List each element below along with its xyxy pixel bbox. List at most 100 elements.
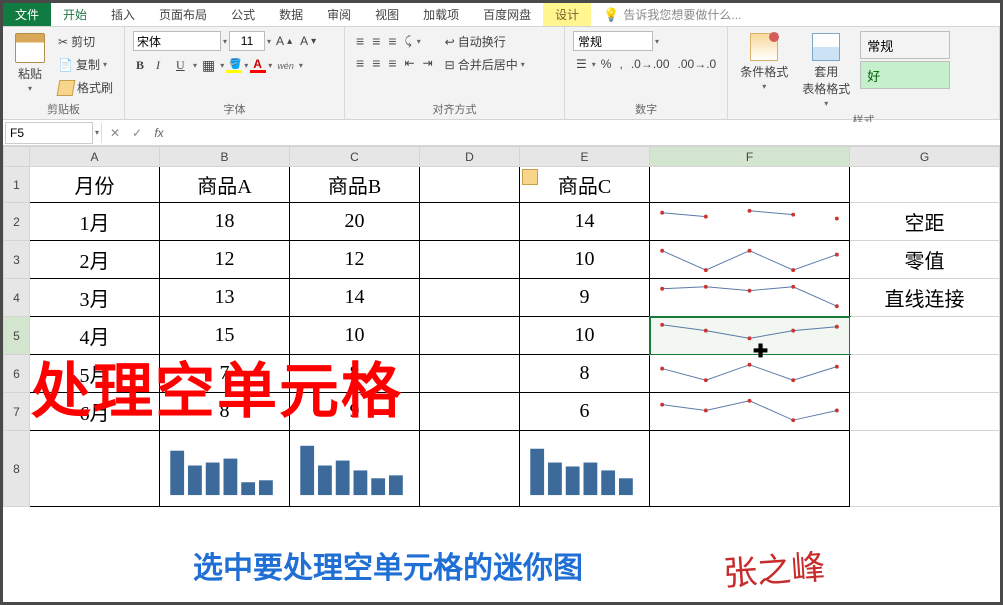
cell-C3[interactable]: 12 (290, 241, 420, 279)
cell-F4[interactable] (650, 279, 850, 317)
underline-button[interactable]: U (173, 56, 191, 75)
format-painter-button[interactable]: 格式刷 (55, 77, 116, 98)
cell-E5[interactable]: 10 (520, 317, 650, 355)
row-header-5[interactable]: 5 (4, 317, 30, 355)
copy-button[interactable]: 复制 (55, 54, 116, 75)
borders-button[interactable] (199, 55, 218, 76)
row-5[interactable]: 5 4月 15 10 10 (4, 317, 1000, 355)
align-bottom-button[interactable]: ≡ (385, 31, 399, 51)
align-center-button[interactable]: ≡ (369, 53, 383, 73)
conditional-format-button[interactable]: 条件格式 (736, 31, 792, 93)
font-name-input[interactable] (133, 31, 221, 51)
cell-B2[interactable]: 18 (160, 203, 290, 241)
cell-F2[interactable] (650, 203, 850, 241)
cell-B1[interactable]: 商品A (160, 167, 290, 203)
cell-A4[interactable]: 3月 (30, 279, 160, 317)
cell-B3[interactable]: 12 (160, 241, 290, 279)
cell-G6[interactable] (850, 355, 1000, 393)
comma-button[interactable]: , (616, 55, 625, 73)
row-2[interactable]: 2 1月 18 20 14 空距 (4, 203, 1000, 241)
cell-D1[interactable] (420, 167, 520, 203)
col-E[interactable]: E (520, 147, 650, 167)
bold-button[interactable]: B (133, 56, 151, 75)
fill-color-button[interactable] (226, 59, 242, 73)
cell-B5[interactable]: 15 (160, 317, 290, 355)
format-as-table-button[interactable]: 套用 表格格式 (798, 31, 854, 110)
row-header-4[interactable]: 4 (4, 279, 30, 317)
cell-E7[interactable]: 6 (520, 393, 650, 431)
phonetic-button[interactable] (274, 59, 297, 73)
cell-B7[interactable]: 8 (160, 393, 290, 431)
tab-layout[interactable]: 页面布局 (147, 3, 219, 26)
align-left-button[interactable]: ≡ (353, 53, 367, 73)
italic-button[interactable]: I (153, 56, 171, 75)
increase-indent-button[interactable]: ⇥ (420, 54, 436, 72)
cell-B8[interactable] (160, 431, 290, 507)
enter-formula-button[interactable]: ✓ (126, 126, 148, 140)
column-headers[interactable]: A B C D E F G (4, 147, 1000, 167)
row-header-3[interactable]: 3 (4, 241, 30, 279)
cell-F5[interactable] (650, 317, 850, 355)
row-8[interactable]: 8 (4, 431, 1000, 507)
cell-C2[interactable]: 20 (290, 203, 420, 241)
decrease-indent-button[interactable]: ⇤ (402, 54, 418, 72)
cell-E2[interactable]: 14 (520, 203, 650, 241)
cell-A1[interactable]: 月份 (30, 167, 160, 203)
cell-E3[interactable]: 10 (520, 241, 650, 279)
tab-data[interactable]: 数据 (267, 3, 315, 26)
name-box-dd[interactable] (95, 128, 99, 137)
cell-D7[interactable] (420, 393, 520, 431)
cell-G4[interactable]: 直线连接 (850, 279, 1000, 317)
merge-center-button[interactable]: 合并后居中 (442, 54, 528, 75)
cell-F7[interactable] (650, 393, 850, 431)
cell-A5[interactable]: 4月 (30, 317, 160, 355)
align-top-button[interactable]: ≡ (353, 31, 367, 51)
row-4[interactable]: 4 3月 13 14 9 直线连接 (4, 279, 1000, 317)
font-size-dd[interactable] (267, 37, 271, 46)
font-size-input[interactable] (229, 31, 265, 51)
cell-D2[interactable] (420, 203, 520, 241)
sheet-table[interactable]: A B C D E F G 1 月份 商品A 商品B 商品C 2 1月 18 2… (3, 146, 1000, 507)
row-header-8[interactable]: 8 (4, 431, 30, 507)
cell-A2[interactable]: 1月 (30, 203, 160, 241)
col-A[interactable]: A (30, 147, 160, 167)
cell-F6[interactable] (650, 355, 850, 393)
cell-A6[interactable]: 5月 (30, 355, 160, 393)
col-C[interactable]: C (290, 147, 420, 167)
cell-E6[interactable]: 8 (520, 355, 650, 393)
row-header-1[interactable]: 1 (4, 167, 30, 203)
cell-E8[interactable] (520, 431, 650, 507)
cell-D3[interactable] (420, 241, 520, 279)
tab-review[interactable]: 审阅 (315, 3, 363, 26)
cell-F3[interactable] (650, 241, 850, 279)
cell-D4[interactable] (420, 279, 520, 317)
col-B[interactable]: B (160, 147, 290, 167)
cell-A7[interactable]: 6月 (30, 393, 160, 431)
row-6[interactable]: 6 5月 7 8 8 (4, 355, 1000, 393)
cell-E4[interactable]: 9 (520, 279, 650, 317)
cell-style-normal[interactable]: 常规 (860, 31, 950, 59)
cell-E1[interactable]: 商品C (520, 167, 650, 203)
cell-G3[interactable]: 零值 (850, 241, 1000, 279)
cell-F8[interactable] (650, 431, 850, 507)
name-box[interactable] (5, 122, 93, 144)
cell-D8[interactable] (420, 431, 520, 507)
select-all-corner[interactable] (4, 147, 30, 167)
cell-G5[interactable] (850, 317, 1000, 355)
tab-design[interactable]: 设计 (543, 3, 591, 26)
row-header-2[interactable]: 2 (4, 203, 30, 241)
tab-home[interactable]: 开始 (51, 3, 99, 26)
cell-D5[interactable] (420, 317, 520, 355)
cell-B4[interactable]: 13 (160, 279, 290, 317)
tell-me-search[interactable]: 💡 告诉我您想要做什么... (591, 3, 1000, 26)
fx-button[interactable]: fx (148, 126, 170, 140)
font-name-dd[interactable] (223, 37, 227, 46)
cell-A3[interactable]: 2月 (30, 241, 160, 279)
decrease-decimal-button[interactable]: .00→.0 (675, 55, 720, 73)
cell-style-good[interactable]: 好 (860, 61, 950, 89)
row-3[interactable]: 3 2月 12 12 10 零值 (4, 241, 1000, 279)
col-F[interactable]: F (650, 147, 850, 167)
cell-C5[interactable]: 10 (290, 317, 420, 355)
paste-button[interactable]: 粘贴 (11, 31, 49, 95)
cell-C8[interactable] (290, 431, 420, 507)
